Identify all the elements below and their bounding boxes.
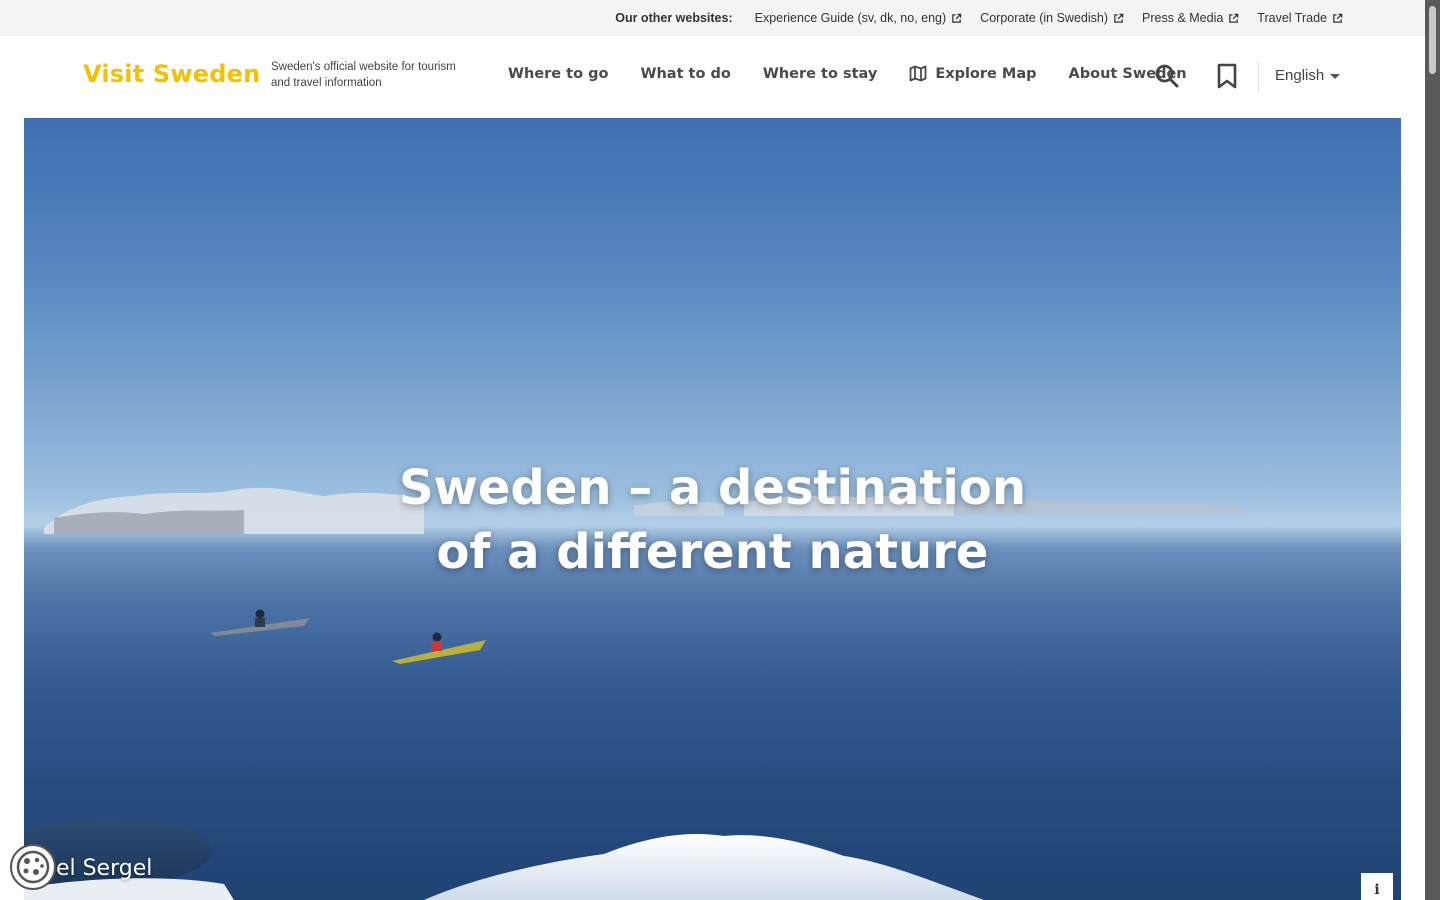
- cookie-settings-button[interactable]: [10, 844, 56, 890]
- hero-title: Sweden – a destination of a different na…: [24, 456, 1401, 584]
- language-selector[interactable]: English: [1275, 67, 1341, 84]
- nav-where-to-go-label: Where to go: [508, 65, 609, 82]
- nav-where-to-stay[interactable]: Where to stay: [763, 66, 877, 82]
- nav-what-to-do-label: What to do: [640, 65, 731, 82]
- external-link-icon: [1333, 13, 1343, 23]
- kayak-1: [210, 609, 310, 636]
- other-websites-label: Our other websites:: [615, 11, 733, 25]
- external-link-icon: [1114, 13, 1124, 23]
- nav-explore-map[interactable]: Explore Map: [909, 65, 1037, 82]
- main-nav: Where to go What to do Where to stay Exp…: [508, 65, 1219, 82]
- external-link-icon: [952, 13, 962, 23]
- page-scrollbar[interactable]: [1425, 0, 1440, 900]
- travel-trade-label: Travel Trade: [1257, 11, 1327, 25]
- chevron-down-icon: [1330, 74, 1341, 79]
- hero-title-line-2: of a different nature: [436, 524, 989, 580]
- hero-video[interactable]: Sweden – a destination of a different na…: [24, 118, 1401, 900]
- bookmark-icon: [1217, 63, 1237, 89]
- experience-guide-link[interactable]: Experience Guide (sv, dk, no, eng): [755, 11, 963, 25]
- scrollbar-thumb[interactable]: [1429, 6, 1436, 74]
- hero-title-line-1: Sweden – a destination: [398, 460, 1027, 516]
- visit-sweden-logo[interactable]: Visit Sweden: [83, 60, 260, 88]
- corporate-label: Corporate (in Swedish): [980, 11, 1109, 25]
- travel-trade-link[interactable]: Travel Trade: [1257, 11, 1343, 25]
- kayak-2: [392, 632, 486, 664]
- nav-what-to-do[interactable]: What to do: [640, 66, 730, 82]
- bookmark-button[interactable]: [1216, 63, 1238, 89]
- info-button[interactable]: i: [1361, 873, 1393, 900]
- nav-explore-map-label: Explore Map: [935, 65, 1037, 82]
- experience-guide-label: Experience Guide (sv, dk, no, eng): [754, 11, 947, 25]
- external-link-icon: [1229, 13, 1239, 23]
- nav-where-to-stay-label: Where to stay: [762, 65, 878, 82]
- other-websites-bar: Our other websites: Experience Guide (sv…: [0, 0, 1425, 36]
- search-button[interactable]: [1154, 63, 1180, 89]
- map-icon: [909, 65, 927, 82]
- press-media-label: Press & Media: [1142, 11, 1224, 25]
- search-icon: [1155, 64, 1179, 88]
- site-header: Visit Sweden Sweden's official website f…: [0, 36, 1425, 118]
- language-label: English: [1275, 67, 1325, 84]
- photo-credit: hel Sergel: [42, 856, 153, 881]
- corporate-link[interactable]: Corporate (in Swedish): [980, 11, 1124, 25]
- press-media-link[interactable]: Press & Media: [1142, 11, 1239, 25]
- site-tagline: Sweden's official website for tourism an…: [271, 61, 456, 89]
- cookie-icon: [16, 850, 50, 884]
- nav-where-to-go[interactable]: Where to go: [508, 66, 608, 82]
- header-divider: [1258, 62, 1259, 92]
